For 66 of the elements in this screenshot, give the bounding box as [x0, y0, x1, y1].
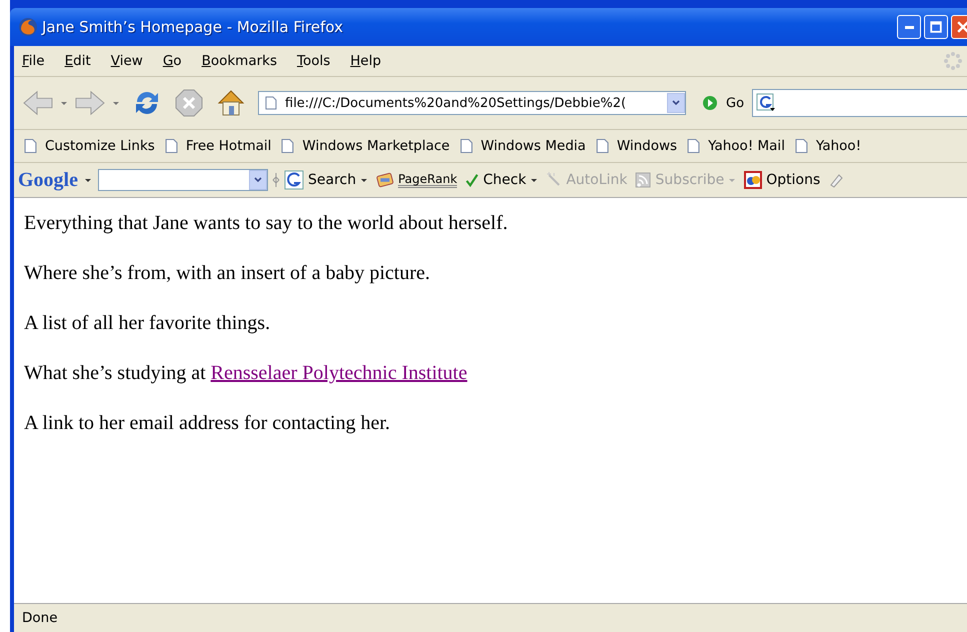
menu-item[interactable]: Go: [162, 53, 192, 69]
options-icon: [744, 171, 762, 189]
menu-item[interactable]: Edit: [64, 53, 101, 69]
bookmark-item[interactable]: Yahoo!: [794, 138, 862, 154]
page-icon: [687, 138, 700, 154]
search-field[interactable]: [752, 89, 967, 117]
link[interactable]: Rensselaer Polytechnic Institute: [210, 362, 468, 384]
menu-item[interactable]: File: [22, 53, 55, 69]
close-icon: [957, 21, 967, 33]
toolbar-button[interactable]: Check: [465, 172, 538, 188]
forward-arrow-icon[interactable]: [74, 89, 106, 117]
bookmark-item[interactable]: Windows: [596, 138, 678, 154]
go-button[interactable]: Go: [694, 95, 752, 111]
toolbar-button[interactable]: PageRank: [376, 171, 458, 189]
menu-item[interactable]: Bookmarks: [202, 53, 287, 69]
chevron-icon: [253, 175, 263, 185]
menu-item[interactable]: View: [110, 53, 153, 69]
page-icon: [24, 138, 37, 154]
dropdown-button[interactable]: [249, 170, 267, 190]
menu-item[interactable]: Help: [350, 53, 392, 69]
magic-wand-icon: [546, 172, 562, 188]
dropdown-button[interactable]: [667, 93, 685, 113]
page-icon: [265, 96, 277, 110]
minimize-button[interactable]: [897, 15, 921, 39]
google-logo[interactable]: Google: [18, 168, 78, 192]
window-title: Jane Smith’s Homepage - Mozilla Firefox: [42, 18, 343, 36]
paragraph: A list of all her favorite things.: [24, 312, 272, 335]
checkmark-icon: [465, 172, 480, 188]
address-field[interactable]: file:///C:/Documents%20and%20Settings/Debbie%2(: [258, 91, 686, 115]
maximize-icon: [930, 21, 942, 33]
paragraph: What she’s studying at Rensselaer Polytechnic Institute: [24, 362, 468, 385]
browser-logo-icon: [18, 17, 38, 37]
caret-icon[interactable]: [530, 176, 538, 184]
home-icon[interactable]: [216, 88, 246, 118]
stop-icon[interactable]: [174, 88, 204, 118]
toolbar-button[interactable]: Search: [284, 170, 368, 190]
search-engine-icon: [756, 93, 776, 113]
status-text: Done: [22, 610, 58, 626]
paragraph: Everything that Jane wants to say to the world about herself.: [24, 212, 509, 235]
highlighter-icon[interactable]: [828, 172, 844, 188]
page-icon: [596, 138, 609, 154]
back-arrow-icon[interactable]: [22, 89, 54, 117]
play-icon: [702, 95, 718, 111]
search-field[interactable]: [98, 169, 268, 191]
bookmark-item[interactable]: Yahoo! Mail: [687, 138, 785, 154]
grip-icon: [272, 173, 280, 187]
bookmark-item[interactable]: Windows Media: [460, 138, 586, 154]
page-icon: [460, 138, 473, 154]
caret-icon[interactable]: [84, 176, 92, 184]
paragraph: Where she’s from, with an insert of a baby picture.: [24, 262, 431, 285]
search-engine-icon: [284, 170, 304, 190]
page-icon: [281, 138, 294, 154]
maximize-button[interactable]: [924, 15, 948, 39]
paragraph: A link to her email address for contacting her.: [24, 412, 392, 435]
bookmark-item[interactable]: Free Hotmail: [164, 138, 272, 154]
minimize-icon: [904, 26, 914, 28]
chevron-icon: [671, 98, 681, 108]
feed-icon: [635, 172, 652, 188]
page-icon: [794, 138, 808, 154]
throbber-icon: [943, 51, 963, 71]
caret-icon[interactable]: [360, 176, 368, 184]
toolbar-button[interactable]: Options: [744, 171, 820, 189]
page-icon: [164, 138, 178, 154]
menu-item[interactable]: Tools: [297, 53, 340, 69]
bookmark-item[interactable]: Windows Marketplace: [281, 138, 450, 154]
bookmark-item[interactable]: Customize Links: [24, 138, 155, 154]
